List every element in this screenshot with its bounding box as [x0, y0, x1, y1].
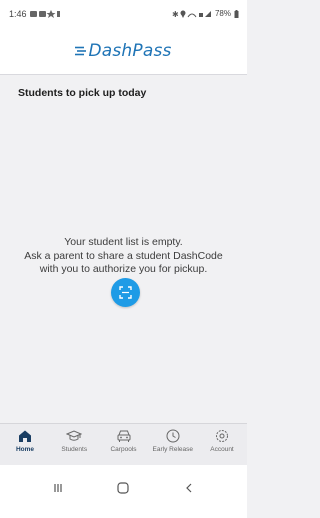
system-status-icons: ✱: [172, 10, 211, 18]
tab-students[interactable]: Students: [51, 424, 97, 465]
status-left: 1:46: [9, 9, 60, 19]
empty-state-message: Your student list is empty. Ask a parent…: [0, 236, 247, 277]
tab-home-label: Home: [15, 446, 35, 453]
tab-carpools[interactable]: Carpools: [101, 424, 147, 465]
status-time: 1:46: [9, 8, 27, 19]
tab-account-label: Account: [210, 446, 234, 453]
scan-icon: [119, 286, 132, 299]
battery-percent: 78%: [214, 9, 231, 18]
recents-icon: [54, 483, 62, 492]
battery-icon: [234, 9, 239, 18]
clock-icon: [166, 429, 180, 443]
android-nav-bar: [0, 465, 247, 518]
status-bar: 1:46 ✱ 78%: [0, 0, 247, 27]
tab-early-release[interactable]: Early Release: [150, 424, 196, 465]
recents-button[interactable]: [43, 478, 73, 498]
tab-carpools-label: Carpools: [110, 446, 137, 453]
home-nav-button[interactable]: [108, 478, 138, 498]
empty-line-2: Ask a parent to share a student DashCode: [24, 249, 223, 262]
tab-early-release-label: Early Release: [152, 446, 193, 453]
graduation-cap-icon: [66, 430, 83, 441]
section-title: Students to pick up today: [18, 87, 147, 99]
empty-line-3: with you to authorize you for pickup.: [39, 263, 208, 275]
empty-line-1: Your student list is empty.: [64, 236, 183, 248]
tab-students-label: Students: [61, 446, 88, 453]
back-chevron-icon: [186, 483, 192, 492]
dash-lines-icon: [75, 46, 87, 55]
scan-dashcode-button[interactable]: [111, 278, 140, 307]
logo-text: DashPass: [88, 40, 172, 61]
gear-icon: [216, 430, 228, 442]
car-icon: [117, 430, 130, 442]
notification-icons: [29, 9, 60, 18]
back-button[interactable]: [174, 478, 204, 498]
app-header: DashPass: [0, 27, 247, 75]
home-icon: [19, 430, 31, 442]
tab-home[interactable]: Home: [2, 424, 48, 465]
home-nav-icon: [117, 481, 130, 494]
svg-text:✱: ✱: [172, 10, 179, 18]
tab-account[interactable]: Account: [199, 424, 245, 465]
bottom-tab-bar: Home Students Carpools Early Release Acc…: [0, 423, 247, 465]
dashpass-logo: DashPass: [75, 41, 171, 61]
status-right: ✱ 78%: [172, 9, 239, 18]
